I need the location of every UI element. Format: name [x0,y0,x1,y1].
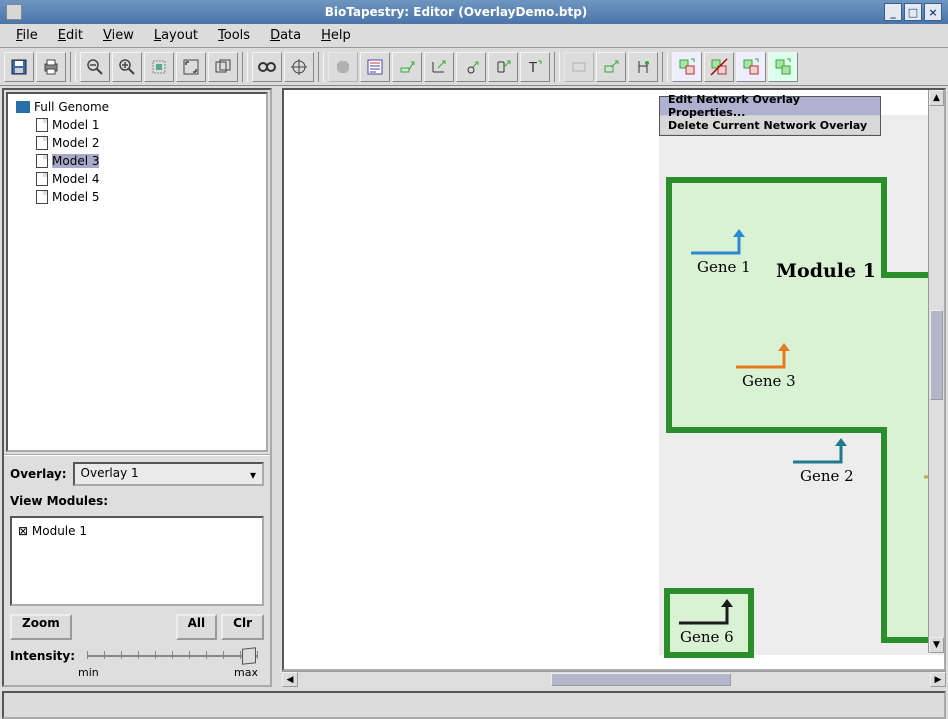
left-panel: Full Genome Model 1Model 2Model 3Model 4… [2,88,272,687]
tree-item-model[interactable]: Model 2 [12,134,262,152]
hscroll-thumb[interactable] [551,673,731,686]
app-icon [6,4,22,20]
horizontal-scrollbar[interactable]: ◀ ▶ [282,671,946,687]
titlebar: BioTapestry: Editor (OverlayDemo.btp) _ … [0,0,948,24]
document-icon [36,154,48,168]
close-button[interactable]: × [924,3,942,21]
menu-layout[interactable]: Layout [144,24,208,47]
menu-help[interactable]: Help [311,24,361,47]
zoom-in-icon[interactable] [112,52,142,82]
tool-a2-icon[interactable] [424,52,454,82]
gene2-glyph[interactable] [791,432,861,467]
overlay-c3-icon[interactable] [736,52,766,82]
gene1-label: Gene 1 [697,258,751,276]
intensity-slider[interactable] [87,648,258,664]
tree-root[interactable]: Full Genome [12,98,262,116]
module-1-label: Module 1 [776,260,876,282]
scroll-down-icon[interactable]: ▼ [929,637,944,653]
tree-item-model[interactable]: Model 5 [12,188,262,206]
intensity-label: Intensity: [10,649,75,663]
gene1-glyph[interactable] [689,223,759,258]
document-icon [36,172,48,186]
toolbar: T [0,48,948,86]
tree-item-model[interactable]: Model 4 [12,170,262,188]
zoom-all-icon[interactable] [208,52,238,82]
scroll-up-icon[interactable]: ▲ [929,90,944,106]
save-icon[interactable] [4,52,34,82]
clr-button[interactable]: Clr [221,614,264,640]
overlay-panel: Overlay: Overlay 1 View Modules: Module … [4,454,270,685]
all-button[interactable]: All [176,614,218,640]
status-bar [2,691,946,719]
center-icon[interactable] [284,52,314,82]
tool-a1-icon[interactable] [392,52,422,82]
props-icon[interactable] [360,52,390,82]
overlay-label: Overlay: [10,467,67,481]
context-menu: Edit Network Overlay Properties... Delet… [659,96,881,136]
tool-a4-icon[interactable] [488,52,518,82]
minimize-button[interactable]: _ [884,3,902,21]
ctx-edit-overlay-props[interactable]: Edit Network Overlay Properties... [660,97,880,116]
tool-b1-icon [564,52,594,82]
gene6-label: Gene 6 [680,628,734,646]
ctx-delete-overlay[interactable]: Delete Current Network Overlay [660,116,880,135]
vscroll-thumb[interactable] [930,310,943,400]
module-item[interactable]: Module 1 [18,524,256,538]
zoom-button[interactable]: Zoom [10,614,72,640]
menu-edit[interactable]: Edit [48,24,93,47]
tool-text-icon[interactable]: T [520,52,550,82]
model-tree[interactable]: Full Genome Model 1Model 2Model 3Model 4… [6,92,268,452]
svg-text:T: T [528,61,537,76]
slider-max-label: max [234,666,258,679]
maximize-button[interactable]: □ [904,3,922,21]
gene6-glyph[interactable] [677,593,747,628]
document-icon [36,118,48,132]
scroll-right-icon[interactable]: ▶ [930,672,946,687]
gene3-glyph[interactable] [734,337,804,372]
menu-view[interactable]: View [93,24,144,47]
tool-b3-icon[interactable] [628,52,658,82]
overlay-select[interactable]: Overlay 1 [73,462,264,486]
view-modules-list[interactable]: Module 1 [10,516,264,606]
tree-item-model[interactable]: Model 1 [12,116,262,134]
overlay-c1-icon[interactable] [672,52,702,82]
vertical-scrollbar[interactable]: ▲ ▼ [928,90,944,653]
scroll-left-icon[interactable]: ◀ [282,672,298,687]
print-icon[interactable] [36,52,66,82]
genome-icon [16,101,30,113]
menubar: File Edit View Layout Tools Data Help [0,24,948,48]
window-title: BioTapestry: Editor (OverlayDemo.btp) [30,5,882,19]
zoom-selection-icon[interactable] [176,52,206,82]
document-icon [36,190,48,204]
network-canvas[interactable]: Region 1 Gene 1 Gene 5 Module 1 Gene 3 G… [282,88,946,671]
tool-a3-icon[interactable] [456,52,486,82]
overlay-c4-icon[interactable] [768,52,798,82]
tool-b2-icon[interactable] [596,52,626,82]
menu-data[interactable]: Data [260,24,311,47]
splitter[interactable] [274,86,280,689]
menu-tools[interactable]: Tools [208,24,260,47]
view-modules-label: View Modules: [10,494,264,508]
slider-handle[interactable] [242,647,256,664]
tree-item-model[interactable]: Model 3 [12,152,262,170]
zoom-fit-icon[interactable] [144,52,174,82]
document-icon [36,136,48,150]
stop-icon [328,52,358,82]
gene2-label: Gene 2 [800,467,854,485]
gene3-label: Gene 3 [742,372,796,390]
slider-min-label: min [78,666,99,679]
find-icon[interactable] [252,52,282,82]
overlay-c2-icon[interactable] [704,52,734,82]
zoom-out-icon[interactable] [80,52,110,82]
menu-file[interactable]: File [6,24,48,47]
